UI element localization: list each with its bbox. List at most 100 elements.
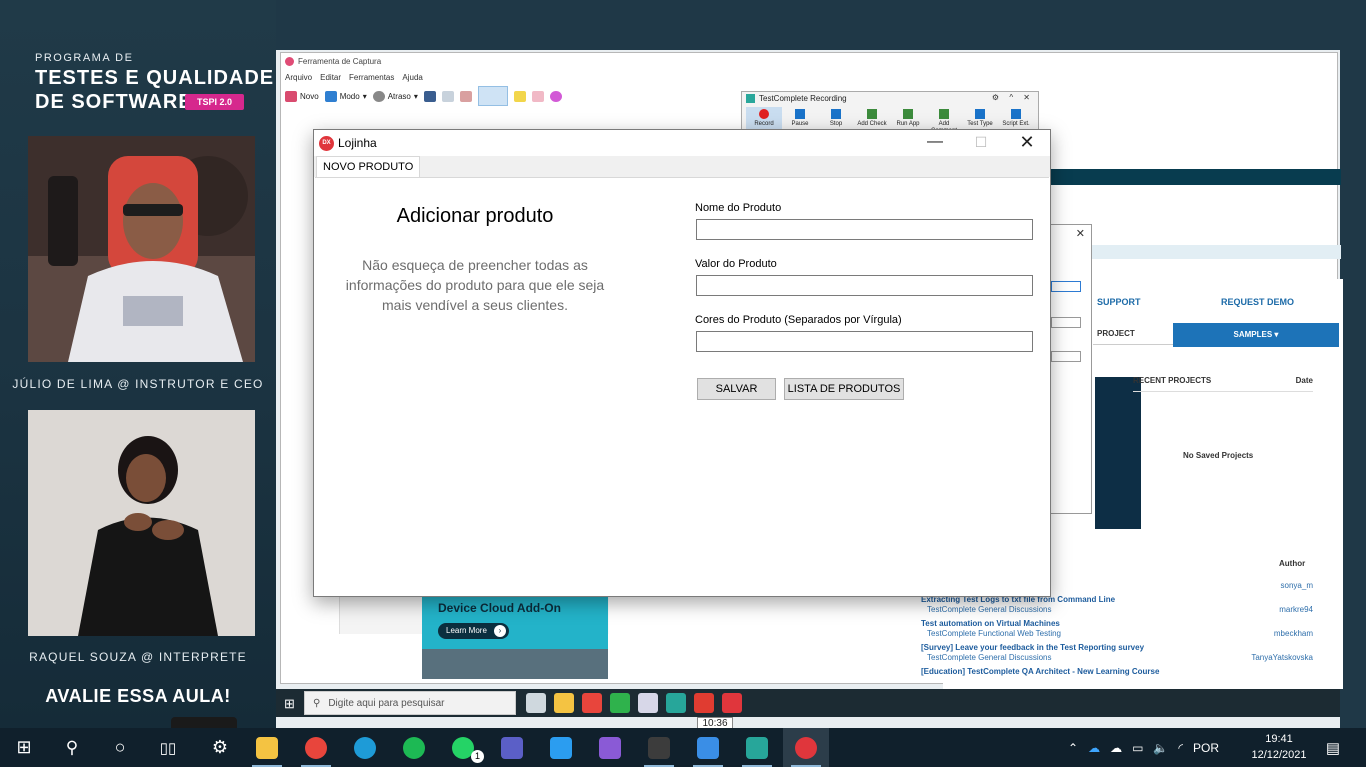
forum-sub[interactable]: TestComplete General Discussions bbox=[927, 605, 1052, 614]
notifications-icon[interactable]: ▤ bbox=[1318, 728, 1348, 767]
edge-taskbar-button[interactable] bbox=[342, 728, 388, 767]
clock-time: 19:41 bbox=[1265, 733, 1293, 745]
tc-button-label: Script Ext. bbox=[1002, 121, 1030, 127]
eraser-icon[interactable] bbox=[531, 90, 544, 102]
forum-title[interactable]: Test automation on Virtual Machines bbox=[921, 619, 1060, 628]
highlighter-icon[interactable] bbox=[513, 90, 526, 102]
testcomplete-recording-icon[interactable] bbox=[666, 693, 686, 713]
forum-author: TanyaYatskovska bbox=[1251, 653, 1313, 662]
lojinha-taskbar-button[interactable] bbox=[783, 728, 829, 767]
tc-button-label: Record bbox=[754, 121, 774, 127]
testcomplete-recording-taskbar-button[interactable] bbox=[734, 728, 780, 767]
tc-button-label: Add Check bbox=[857, 121, 887, 127]
onedrive-icon[interactable]: ☁ bbox=[1088, 741, 1100, 755]
remote-taskbar: ⊞ ⚲ Digite aqui para pesquisar bbox=[276, 689, 1340, 717]
task-view-icon[interactable] bbox=[526, 693, 546, 713]
copy-icon[interactable] bbox=[441, 90, 454, 102]
menu-ajuda[interactable]: Ajuda bbox=[402, 73, 422, 82]
dialog-field[interactable] bbox=[1051, 317, 1081, 328]
vscode-taskbar-button[interactable] bbox=[538, 728, 584, 767]
onedrive-personal-icon[interactable]: ☁ bbox=[1110, 741, 1122, 755]
maximize-button[interactable]: ☐ bbox=[958, 130, 1004, 156]
menu-ferramentas[interactable]: Ferramentas bbox=[349, 73, 394, 82]
product-name-label: Nome do Produto bbox=[695, 202, 782, 214]
lojinha-icon bbox=[795, 736, 817, 759]
tc-recording-window-controls[interactable]: ⚙ ^ ✕ bbox=[992, 93, 1034, 102]
snipping-tool-menu: Arquivo Editar Ferramentas Ajuda bbox=[285, 73, 423, 82]
remote-search-box[interactable]: ⚲ Digite aqui para pesquisar bbox=[304, 691, 516, 715]
whatsapp-taskbar-button[interactable]: 1 bbox=[440, 728, 486, 767]
close-icon[interactable]: ✕ bbox=[1076, 227, 1085, 240]
script-ext-icon bbox=[1011, 109, 1021, 119]
pen-tool[interactable] bbox=[477, 86, 508, 106]
terminal-taskbar-button[interactable] bbox=[636, 728, 682, 767]
settings-gear-icon[interactable]: ⚙ bbox=[196, 728, 244, 767]
tab-novo-produto[interactable]: NOVO PRODUTO bbox=[316, 156, 421, 178]
support-link[interactable]: SUPPORT bbox=[1097, 297, 1141, 307]
delay-button[interactable]: Atraso ▾ bbox=[372, 90, 418, 102]
product-name-input[interactable] bbox=[696, 219, 1033, 240]
terminal-icon bbox=[648, 736, 670, 759]
app-red-icon[interactable] bbox=[694, 693, 714, 713]
chevron-up-icon[interactable]: ⌃ bbox=[1068, 741, 1078, 755]
send-icon[interactable] bbox=[459, 90, 472, 102]
interpreter-caption: RAQUEL SOUZA @ INTERPRETE bbox=[29, 650, 247, 664]
device-cloud-promo: Device Cloud Add-On Learn More › bbox=[422, 597, 608, 679]
spotify-taskbar-button[interactable] bbox=[391, 728, 437, 767]
snipping-tool-icon[interactable] bbox=[638, 693, 658, 713]
snipping-tool-icon bbox=[285, 57, 294, 66]
product-colors-input[interactable] bbox=[696, 331, 1033, 352]
task-view-icon[interactable]: ▯▯ bbox=[144, 728, 192, 767]
cortana-icon[interactable]: ○ bbox=[96, 728, 144, 767]
visual-studio-taskbar-button[interactable] bbox=[587, 728, 633, 767]
network-adapter-icon[interactable]: ▭ bbox=[1132, 741, 1143, 755]
lojinha-titlebar: DX Lojinha — ☐ ✕ bbox=[314, 130, 1050, 156]
mode-button[interactable]: Modo ▾ bbox=[324, 90, 367, 102]
product-price-input[interactable] bbox=[696, 275, 1033, 296]
delay-label: Atraso bbox=[387, 91, 411, 101]
tc-recording-titlebar: TestComplete Recording bbox=[746, 94, 847, 103]
windows-start-icon[interactable]: ⊞ bbox=[0, 728, 48, 767]
menu-arquivo[interactable]: Arquivo bbox=[285, 73, 312, 82]
forum-sub[interactable]: TestComplete Functional Web Testing bbox=[927, 629, 1061, 638]
lojinha-icon[interactable] bbox=[722, 693, 742, 713]
dialog-field[interactable] bbox=[1051, 281, 1081, 292]
learn-more-label: Learn More bbox=[446, 626, 487, 635]
teams-taskbar-button[interactable] bbox=[489, 728, 535, 767]
minimize-button[interactable]: — bbox=[912, 130, 958, 156]
project-tab[interactable]: PROJECT bbox=[1093, 323, 1173, 345]
course-kicker: PROGRAMA DE bbox=[35, 52, 134, 64]
close-button[interactable]: ✕ bbox=[1004, 130, 1050, 156]
forum-title[interactable]: [Education] TestComplete QA Architect - … bbox=[921, 667, 1159, 676]
file-explorer-taskbar-button[interactable] bbox=[244, 728, 290, 767]
new-snip-button[interactable]: Novo bbox=[285, 90, 319, 102]
visual-studio-icon bbox=[599, 736, 621, 759]
windows-start-icon[interactable]: ⊞ bbox=[284, 696, 295, 712]
forum-author: sonya_m bbox=[1280, 581, 1313, 590]
wifi-icon[interactable]: ◜ bbox=[1178, 741, 1183, 755]
menu-editar[interactable]: Editar bbox=[320, 73, 341, 82]
overlay-block bbox=[171, 717, 237, 728]
request-demo-link[interactable]: REQUEST DEMO bbox=[1221, 297, 1294, 307]
chrome-icon[interactable] bbox=[582, 693, 602, 713]
save-button[interactable]: SALVAR bbox=[697, 378, 776, 400]
file-explorer-icon[interactable] bbox=[554, 693, 574, 713]
chrome-taskbar-button[interactable] bbox=[293, 728, 339, 767]
testcomplete-icon[interactable] bbox=[610, 693, 630, 713]
search-icon[interactable]: ⚲ bbox=[48, 728, 96, 767]
save-icon[interactable] bbox=[423, 90, 436, 102]
pause-icon bbox=[795, 109, 805, 119]
system-clock[interactable]: 19:41 12/12/2021 bbox=[1244, 731, 1314, 763]
forum-sub[interactable]: TestComplete General Discussions bbox=[927, 653, 1052, 662]
volume-icon[interactable]: 🔈 bbox=[1153, 741, 1168, 755]
samples-button[interactable]: SAMPLES ▾ bbox=[1173, 323, 1339, 347]
forum-title[interactable]: [Survey] Leave your feedback in the Test… bbox=[921, 643, 1144, 652]
paint-3d-icon[interactable] bbox=[549, 90, 562, 102]
learn-more-button[interactable]: Learn More › bbox=[438, 623, 509, 639]
course-panel: PROGRAMA DE TESTES E QUALIDADE DE SOFTWA… bbox=[0, 0, 276, 728]
remote-desktop-taskbar-button[interactable] bbox=[685, 728, 731, 767]
product-list-button[interactable]: LISTA DE PRODUTOS bbox=[784, 378, 904, 400]
run-app-icon bbox=[903, 109, 913, 119]
dialog-field[interactable] bbox=[1051, 351, 1081, 362]
language-indicator[interactable]: POR bbox=[1193, 741, 1219, 755]
